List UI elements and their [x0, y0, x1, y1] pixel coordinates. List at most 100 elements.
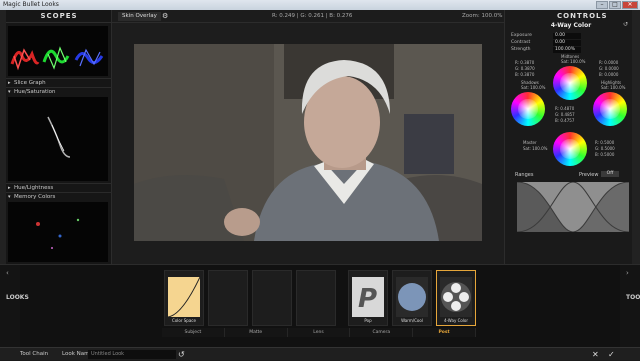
preview-toggle[interactable]: Off [601, 171, 619, 177]
close-window-button[interactable]: ✕ [622, 1, 638, 9]
highlights-sat: Sat: 100.0% [601, 85, 626, 90]
collapse-arrow-icon: ▾ [8, 194, 11, 200]
rgb-parade-graph [10, 46, 104, 71]
gear-icon[interactable]: ⚙ [162, 10, 168, 23]
skin-overlay-button[interactable]: Skin Overlay [118, 12, 161, 21]
strength-field[interactable]: 100.00% [553, 47, 581, 53]
chevron-left-icon: ‹ [6, 269, 9, 277]
hue-saturation-graph [47, 116, 71, 158]
4-way-color-thumbnail [440, 277, 472, 317]
master-b2: B: 0.5000 [595, 152, 615, 157]
svg-text:P: P [358, 284, 377, 314]
tool-name: 4-Way Color [550, 22, 592, 29]
maximize-button[interactable]: □ [609, 1, 621, 9]
tool-tile-color-space[interactable]: Color Space [164, 270, 204, 326]
memory-colors-scope [8, 202, 108, 262]
master-label: Master [523, 140, 537, 145]
warm-cool-thumbnail [396, 277, 428, 317]
tool-tile-warm-cool[interactable]: Warm/Cool [392, 270, 432, 326]
section-hue-saturation[interactable]: ▾ Hue/Saturation [6, 87, 112, 96]
tool-chain-label[interactable]: Tool Chain [20, 348, 48, 361]
midtones-sat: Sat: 100.0% [561, 59, 586, 64]
shadows-color-wheel[interactable] [511, 92, 545, 126]
exposure-field[interactable]: 0.00 [553, 33, 581, 39]
tool-categories: Subject Matte Lens Camera Post [162, 328, 476, 337]
category-post[interactable]: Post [413, 328, 476, 337]
rgb-parade-scope [8, 26, 108, 76]
cancel-icon[interactable]: ✕ [592, 348, 599, 361]
master-sat: Sat: 100.0% [523, 146, 548, 151]
look-name-input[interactable]: Untitled Look [88, 350, 176, 359]
image-viewer[interactable] [112, 23, 504, 264]
tool-chain-area: ‹ LOOKS › TOOLS Color Space P Pop [0, 264, 640, 348]
ranges-label: Ranges [515, 172, 534, 178]
strength-row: Strength 100.00% [511, 47, 631, 53]
master-color-wheel[interactable] [553, 132, 587, 166]
window-title: Magic Bullet Looks [3, 1, 59, 8]
shadows-sat: Sat: 100.0% [521, 85, 546, 90]
pop-thumbnail: P [352, 277, 384, 317]
section-memory-colors[interactable]: ▾ Memory Colors [6, 192, 112, 201]
reset-tool-icon[interactable]: ↺ [623, 22, 628, 28]
master-g2: G: 0.5000 [595, 146, 615, 151]
tool-tile-label: Warm/Cool [401, 318, 423, 323]
category-lens[interactable]: Lens [288, 328, 351, 337]
zoom-readout: Zoom: 100.0% [462, 13, 503, 19]
hue-saturation-scope [8, 97, 108, 181]
tool-tile-pop[interactable]: P Pop [348, 270, 388, 326]
rgb-readout: R: 0.249 | G: 0.261 | B: 0.276 [272, 13, 353, 19]
tool-tile-label: 4-Way Color [443, 318, 469, 323]
photo-image [134, 44, 482, 241]
color-space-thumbnail [167, 276, 201, 318]
section-slice-graph[interactable]: ▸ Slice Graph [6, 78, 112, 87]
contrast-row: Contrast 0.00 [511, 40, 631, 46]
ranges-curve-graph[interactable] [516, 181, 630, 233]
tool-tile-4-way-color[interactable]: 4-Way Color [436, 270, 476, 326]
exposure-row: Exposure 0.00 [511, 33, 631, 39]
section-hue-lightness[interactable]: ▸ Hue/Lightness [6, 183, 112, 192]
midtones-r: R: 0.0000 [599, 60, 619, 65]
contrast-field[interactable]: 0.00 [553, 40, 581, 46]
tool-tile-empty[interactable] [296, 270, 336, 326]
controls-collapse-tab[interactable] [632, 10, 640, 264]
master-g: G: 0.4857 [555, 112, 575, 117]
category-camera[interactable]: Camera [350, 328, 414, 337]
shadows-r: R: 0.3870 [515, 60, 535, 65]
chevron-right-icon: › [626, 269, 629, 277]
minimize-button[interactable]: – [596, 1, 608, 9]
window-title-bar: Magic Bullet Looks – □ ✕ [0, 0, 640, 10]
master-r: R: 0.4870 [555, 106, 575, 111]
tools-label: TOOLS [626, 294, 640, 301]
controls-panel: CONTROLS 4-Way Color ↺ Exposure 0.00 Con… [504, 10, 640, 264]
master-r2: R: 0.5000 [595, 140, 615, 145]
tool-chain-slots: Color Space P Pop Warm/Cool 4-Way Color [162, 270, 476, 326]
category-matte[interactable]: Matte [225, 328, 288, 337]
ok-icon[interactable]: ✓ [608, 348, 615, 361]
scopes-collapse-tab[interactable] [0, 10, 6, 264]
scopes-header: SCOPES [6, 10, 112, 23]
tools-tab[interactable]: › TOOLS [620, 265, 640, 348]
looks-tab[interactable]: ‹ LOOKS [0, 265, 29, 348]
tool-tile-empty[interactable] [208, 270, 248, 326]
category-subject[interactable]: Subject [162, 328, 225, 337]
shadows-g: G: 0.3870 [515, 66, 535, 71]
master-b: B: 0.4757 [555, 118, 575, 123]
contrast-label: Contrast [511, 40, 531, 45]
viewer-toolbar: Skin Overlay ⚙ R: 0.249 | G: 0.261 | B: … [112, 10, 504, 23]
reset-icon[interactable]: ↺ [178, 348, 185, 361]
preview-label: Preview [579, 172, 599, 178]
preview-photo [134, 44, 482, 241]
midtones-color-wheel[interactable] [553, 66, 587, 100]
status-bar: Tool Chain Look Name: Untitled Look ↺ ✕ … [0, 347, 640, 360]
memory-colors-graph [36, 218, 80, 249]
exposure-label: Exposure [511, 33, 532, 38]
scopes-panel: SCOPES ▸ Slice Graph ▾ Hue/Saturation ▸ Hue… [0, 10, 112, 264]
midtones-b: B: 0.0000 [599, 72, 619, 77]
tool-tile-label: Pop [364, 318, 372, 323]
collapse-arrow-icon: ▾ [8, 89, 11, 95]
shadows-b: B: 0.3870 [515, 72, 535, 77]
tool-tile-empty[interactable] [252, 270, 292, 326]
looks-label: LOOKS [6, 294, 29, 301]
highlights-color-wheel[interactable] [593, 92, 627, 126]
strength-label: Strength [511, 47, 531, 52]
